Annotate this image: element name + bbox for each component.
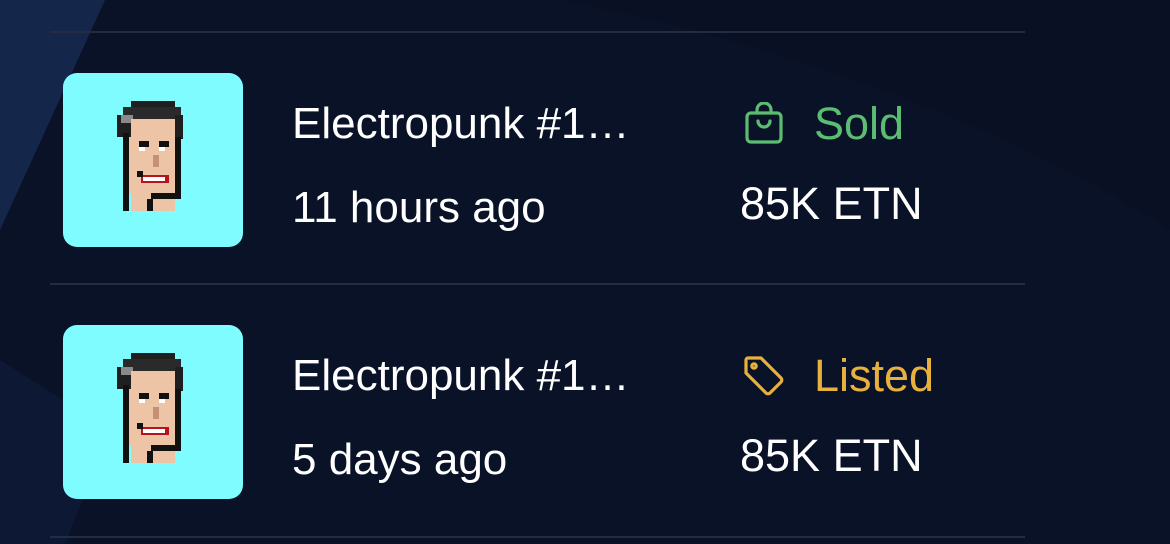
activity-time: 5 days ago — [292, 435, 508, 484]
nft-thumbnail[interactable] — [63, 73, 243, 247]
activity-row-sold[interactable]: Electropunk #1… 11 hours ago Sold 85K ET… — [0, 73, 1170, 249]
punk-avatar-image — [117, 101, 183, 211]
divider-top — [50, 31, 1025, 33]
status-label: Listed — [814, 350, 935, 401]
price: 85K ETN — [740, 430, 923, 481]
punk-avatar-image — [117, 353, 183, 463]
price: 85K ETN — [740, 178, 923, 229]
divider-bottom — [50, 536, 1025, 538]
nft-name[interactable]: Electropunk #1… — [292, 97, 630, 151]
status-sold: Sold — [742, 97, 904, 151]
nft-name[interactable]: Electropunk #1… — [292, 349, 630, 403]
nft-thumbnail[interactable] — [63, 325, 243, 499]
tag-icon — [742, 354, 786, 398]
activity-time: 11 hours ago — [292, 183, 546, 232]
divider-middle — [50, 283, 1025, 285]
shopping-bag-icon — [742, 102, 786, 146]
status-listed: Listed — [742, 349, 934, 403]
status-label: Sold — [814, 98, 905, 149]
activity-row-listed[interactable]: Electropunk #1… 5 days ago Listed 85K ET… — [0, 325, 1170, 501]
